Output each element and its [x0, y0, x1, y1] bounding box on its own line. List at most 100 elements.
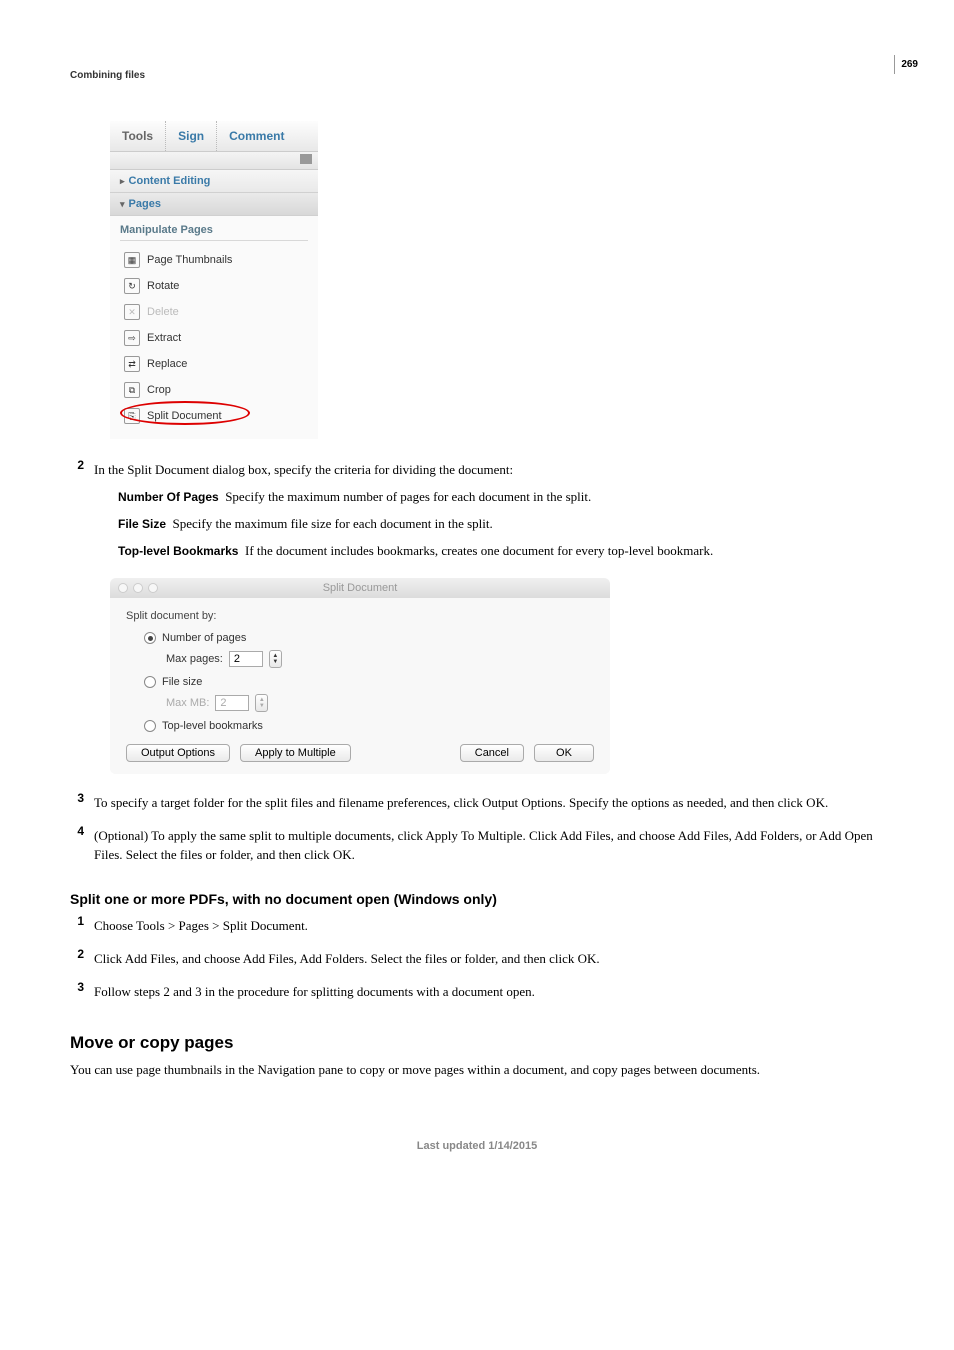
tool-extract[interactable]: ⇨ Extract	[120, 325, 308, 351]
dialog-buttons: Output Options Apply to Multiple Cancel …	[126, 744, 594, 762]
tool-page-thumbnails[interactable]: ▦ Page Thumbnails	[120, 247, 308, 273]
max-mb-input	[215, 695, 249, 711]
step-number: 2	[70, 457, 84, 568]
minimize-icon[interactable]	[133, 583, 143, 593]
page-thumbnails-icon: ▦	[124, 252, 140, 268]
tool-rotate[interactable]: ↻ Rotate	[120, 273, 308, 299]
step-4: 4 (Optional) To apply the same split to …	[70, 823, 884, 869]
running-header: Combining files	[70, 70, 884, 81]
max-pages-row: Max pages: ▲▼	[166, 650, 594, 668]
crop-label: Crop	[147, 384, 171, 396]
def-text: If the document includes bookmarks, crea…	[245, 543, 713, 558]
tab-tools[interactable]: Tools	[110, 121, 166, 151]
content-editing-label: Content Editing	[129, 175, 211, 187]
dialog-body: Split document by: Number of pages Max p…	[110, 598, 610, 774]
step-number: 4	[70, 823, 84, 869]
def-term: File Size	[118, 517, 166, 531]
step-number: 2	[70, 946, 84, 973]
def-text: Specify the maximum file size for each d…	[173, 516, 493, 531]
tools-tabs: Tools Sign Comment	[110, 121, 318, 152]
crop-icon: ⧉	[124, 382, 140, 398]
pages-label: Pages	[129, 198, 161, 210]
step-number: 3	[70, 790, 84, 817]
dialog-title: Split Document	[323, 582, 398, 594]
extract-icon: ⇨	[124, 330, 140, 346]
radio-label: Number of pages	[162, 632, 246, 644]
radio-file-size[interactable]: File size	[144, 676, 594, 688]
step-text: In the Split Document dialog box, specif…	[94, 461, 884, 480]
step-text: (Optional) To apply the same split to mu…	[94, 827, 884, 865]
manipulate-pages-section: Manipulate Pages ▦ Page Thumbnails ↻ Rotat…	[110, 216, 318, 439]
tool-delete: ✕ Delete	[120, 299, 308, 325]
arrow-down-icon: ▾	[120, 199, 125, 210]
cancel-button[interactable]: Cancel	[460, 744, 524, 762]
output-options-button[interactable]: Output Options	[126, 744, 230, 762]
delete-label: Delete	[147, 306, 179, 318]
max-mb-label: Max MB:	[166, 697, 209, 709]
zoom-icon[interactable]	[148, 583, 158, 593]
tool-replace[interactable]: ⇄ Replace	[120, 351, 308, 377]
rotate-label: Rotate	[147, 280, 179, 292]
def-number-of-pages: Number Of Pages Specify the maximum numb…	[118, 488, 884, 507]
arrow-right-icon: ▸	[120, 176, 125, 187]
split-document-icon: ⎘	[124, 408, 140, 424]
panel-options-button[interactable]	[110, 152, 318, 170]
manipulate-pages-title: Manipulate Pages	[120, 224, 308, 241]
grid-icon	[300, 154, 312, 164]
max-pages-label: Max pages:	[166, 653, 223, 665]
radio-top-level-bookmarks[interactable]: Top-level bookmarks	[144, 720, 594, 732]
tab-sign[interactable]: Sign	[166, 121, 217, 151]
max-pages-input[interactable]	[229, 651, 263, 667]
max-mb-row: Max MB: ▲▼	[166, 694, 594, 712]
delete-icon: ✕	[124, 304, 140, 320]
radio-icon	[144, 632, 156, 644]
heading-split-no-doc: Split one or more PDFs, with no document…	[70, 891, 884, 907]
page-thumbnails-label: Page Thumbnails	[147, 254, 232, 266]
def-text: Specify the maximum number of pages for …	[225, 489, 591, 504]
accordion-pages[interactable]: ▾ Pages	[110, 193, 318, 216]
def-file-size: File Size Specify the maximum file size …	[118, 515, 884, 534]
accordion-content-editing[interactable]: ▸ Content Editing	[110, 170, 318, 193]
rotate-icon: ↻	[124, 278, 140, 294]
radio-label: File size	[162, 676, 202, 688]
footer-updated: Last updated 1/14/2015	[70, 1140, 884, 1152]
radio-label: Top-level bookmarks	[162, 720, 263, 732]
tools-panel-figure: Tools Sign Comment ▸ Content Editing ▾ Pag…	[110, 121, 318, 439]
step-3: 3 To specify a target folder for the spl…	[70, 790, 884, 817]
apply-to-multiple-button[interactable]: Apply to Multiple	[240, 744, 351, 762]
tool-crop[interactable]: ⧉ Crop	[120, 377, 308, 403]
step-number: 3	[70, 979, 84, 1006]
close-icon[interactable]	[118, 583, 128, 593]
extract-label: Extract	[147, 332, 181, 344]
split-no-doc-step-2: 2 Click Add Files, and choose Add Files,…	[70, 946, 884, 973]
tool-split-document[interactable]: ⎘ Split Document	[120, 403, 308, 429]
split-no-doc-step-3: 3 Follow steps 2 and 3 in the procedure …	[70, 979, 884, 1006]
move-copy-paragraph: You can use page thumbnails in the Navig…	[70, 1061, 884, 1080]
radio-icon	[144, 720, 156, 732]
def-term: Top-level Bookmarks	[118, 544, 238, 558]
split-document-dialog: Split Document Split document by: Number…	[110, 578, 610, 774]
step-text: Click Add Files, and choose Add Files, A…	[94, 950, 884, 969]
ok-button[interactable]: OK	[534, 744, 594, 762]
step-number: 1	[70, 913, 84, 940]
split-by-label: Split document by:	[126, 610, 594, 622]
step-text: Choose Tools > Pages > Split Document.	[94, 917, 884, 936]
radio-number-of-pages[interactable]: Number of pages	[144, 632, 594, 644]
heading-move-copy: Move or copy pages	[70, 1033, 884, 1053]
step-2: 2 In the Split Document dialog box, spec…	[70, 457, 884, 568]
window-controls	[118, 583, 158, 593]
page-number: 269	[894, 55, 924, 74]
def-term: Number Of Pages	[118, 490, 219, 504]
tab-comment[interactable]: Comment	[217, 121, 296, 151]
split-no-doc-step-1: 1 Choose Tools > Pages > Split Document.	[70, 913, 884, 940]
replace-label: Replace	[147, 358, 187, 370]
def-bookmarks: Top-level Bookmarks If the document incl…	[118, 542, 884, 561]
dialog-titlebar: Split Document	[110, 578, 610, 598]
replace-icon: ⇄	[124, 356, 140, 372]
step-text: To specify a target folder for the split…	[94, 794, 884, 813]
max-mb-stepper: ▲▼	[255, 694, 268, 712]
radio-icon	[144, 676, 156, 688]
step-text: Follow steps 2 and 3 in the procedure fo…	[94, 983, 884, 1002]
split-document-label: Split Document	[147, 410, 222, 422]
max-pages-stepper[interactable]: ▲▼	[269, 650, 282, 668]
